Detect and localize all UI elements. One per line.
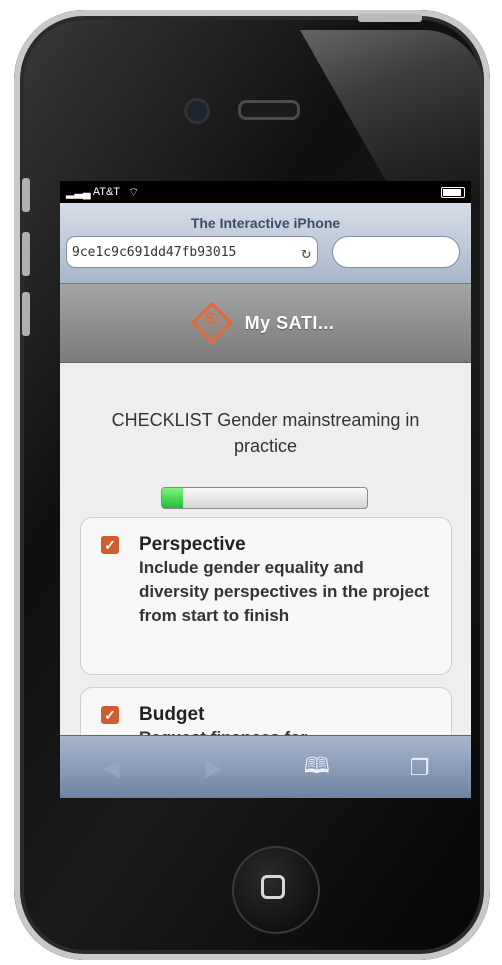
app-title: My SATI... xyxy=(244,312,335,333)
page-title: The Interactive iPhone xyxy=(190,215,341,231)
browser-header: The Interactive iPhone 9ce1c9c691dd47fb9… xyxy=(60,203,471,284)
phone-screen: ▂▃▄ AT&T ⌔ The Interactive iPhone 9ce1c9… xyxy=(60,181,471,798)
browser-toolbar: ◀ ▶ 🕮 ❐ xyxy=(60,735,471,798)
bookmarks-button[interactable]: 🕮 xyxy=(287,749,347,787)
carrier-label: AT&T xyxy=(92,186,121,198)
status-bar: ▂▃▄ AT&T ⌔ xyxy=(60,181,471,203)
checklist-content[interactable]: CHECKLIST Gender mainstreaming in practi… xyxy=(60,363,471,735)
earpiece-speaker xyxy=(238,100,300,120)
url-text: 9ce1c9c691dd47fb93015 xyxy=(72,244,237,260)
home-button[interactable] xyxy=(232,846,320,934)
signal-icon: ▂▃▄ xyxy=(66,186,91,199)
power-button xyxy=(358,14,422,22)
url-field[interactable]: 9ce1c9c691dd47fb93015 ↻ xyxy=(66,236,318,268)
home-square-icon xyxy=(261,875,285,899)
front-camera xyxy=(184,98,210,124)
checklist-item[interactable]: ✓ Budget Request finances for xyxy=(80,687,452,735)
back-button[interactable]: ◀ xyxy=(81,755,141,781)
item-description: Include gender equality and diversity pe… xyxy=(139,558,430,625)
checkbox-checked-icon[interactable]: ✓ xyxy=(101,536,119,554)
item-title: Perspective xyxy=(139,534,246,555)
forward-button[interactable]: ▶ xyxy=(184,755,244,781)
checklist-progress-bar xyxy=(161,487,368,509)
item-title: Budget xyxy=(139,704,205,725)
app-logo-icon: S xyxy=(190,301,233,345)
checkbox-checked-icon[interactable]: ✓ xyxy=(101,706,119,724)
reload-icon[interactable]: ↻ xyxy=(301,243,311,262)
pages-button[interactable]: ❐ xyxy=(390,755,450,781)
logo-letter: S xyxy=(204,310,216,328)
app-header: S My SATI... xyxy=(60,284,471,363)
wifi-icon: ⌔ xyxy=(128,184,140,199)
search-field[interactable] xyxy=(332,236,460,268)
volume-down-button xyxy=(22,292,30,336)
checklist-title: CHECKLIST Gender mainstreaming in practi… xyxy=(111,410,420,456)
checklist-item[interactable]: ✓ Perspective Include gender equality an… xyxy=(80,517,452,675)
battery-icon xyxy=(441,186,465,198)
item-description: Request finances for xyxy=(139,726,431,735)
mute-switch xyxy=(22,178,30,212)
volume-up-button xyxy=(22,232,30,276)
progress-fill xyxy=(162,488,183,508)
